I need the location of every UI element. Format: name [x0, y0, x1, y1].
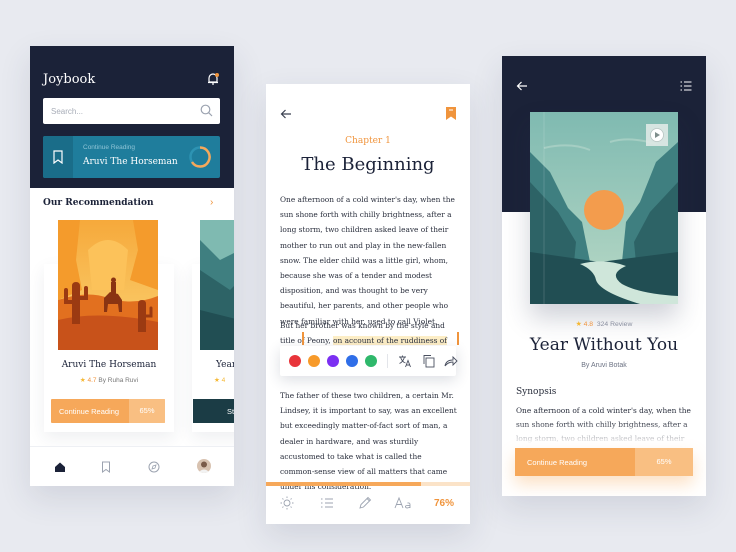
book-author: By Aruvi Botak: [581, 362, 627, 369]
translate-icon[interactable]: [398, 354, 412, 368]
reading-progress-percent: 76%: [434, 498, 455, 509]
search-bar: [43, 98, 220, 124]
bookmark-icon[interactable]: [100, 461, 112, 473]
continue-reading-button[interactable]: Continue Reading 65%: [515, 448, 693, 476]
star-icon: ★: [575, 321, 582, 328]
home-screen: Joybook Continue Reading Aruvi The Horse…: [30, 46, 234, 486]
reader-screen: Chapter 1 The Beginning One afternoon of…: [266, 84, 470, 524]
color-blue-swatch[interactable]: [346, 355, 358, 367]
synopsis-heading: Synopsis: [516, 387, 557, 397]
share-icon[interactable]: [444, 354, 458, 368]
color-green-swatch[interactable]: [365, 355, 377, 367]
bookmark-filled-icon[interactable]: [446, 107, 456, 120]
compass-icon[interactable]: [148, 461, 160, 473]
brightness-icon[interactable]: [280, 496, 294, 510]
list-menu-icon[interactable]: [680, 80, 692, 92]
recommendation-heading: Our Recommendation: [43, 198, 154, 208]
search-input[interactable]: [43, 98, 183, 124]
book-detail-screen: ★ 4.8 324 Review Year Without You By Aru…: [502, 56, 706, 496]
paragraph: The father of these two children, a cert…: [280, 391, 457, 492]
back-arrow-icon[interactable]: [280, 108, 292, 120]
continue-bookmark-box: [43, 136, 73, 178]
list-icon[interactable]: [320, 496, 334, 510]
bookmark-icon: [53, 150, 63, 164]
selection-handle-start[interactable]: [302, 332, 304, 345]
color-purple-swatch[interactable]: [327, 355, 339, 367]
chapter-title: The Beginning: [301, 154, 435, 175]
continue-reading-button[interactable]: Continue Reading 65%: [51, 399, 165, 423]
continue-label: Continue Reading: [83, 144, 136, 151]
selection-handle-end[interactable]: [457, 332, 459, 345]
copy-icon[interactable]: [422, 354, 436, 368]
reading-progress-fill: [266, 482, 422, 486]
color-orange-swatch[interactable]: [308, 355, 320, 367]
book-cover-valley[interactable]: [530, 112, 678, 304]
continue-reading-card[interactable]: Continue Reading Aruvi The Horseman: [43, 136, 220, 178]
star-icon: ★: [79, 377, 86, 384]
book-rating-partial: ★ 4: [214, 377, 226, 384]
app-title: Joybook: [43, 72, 96, 87]
chapter-label: Chapter 1: [345, 136, 391, 146]
book-title: Aruvi The Horseman: [61, 360, 157, 370]
review-count[interactable]: 324 Review: [597, 321, 633, 328]
book-rating: ★ 4.7 By Ruha Ruvi: [79, 377, 139, 384]
reading-progress-bar[interactable]: [266, 482, 470, 486]
toolbar-divider: [387, 354, 388, 368]
profile-avatar[interactable]: [197, 459, 211, 473]
paragraph: One afternoon of a cold winter's day, wh…: [280, 195, 455, 326]
book-cover-valley-partial[interactable]: [200, 220, 234, 350]
synopsis-fade: [502, 422, 706, 450]
recommendation-arrow-icon[interactable]: ›: [210, 197, 213, 208]
pencil-icon[interactable]: [358, 496, 372, 510]
book-title: Year Without You: [529, 335, 679, 355]
book-cover-desert[interactable]: [58, 220, 158, 350]
star-icon: ★: [214, 377, 220, 384]
back-arrow-icon[interactable]: [516, 80, 528, 92]
book-title-partial: Year: [216, 360, 234, 370]
search-icon[interactable]: [200, 104, 213, 117]
home-icon[interactable]: [54, 461, 66, 473]
progress-ring-icon: [189, 146, 211, 168]
notification-bell-icon[interactable]: [206, 72, 220, 86]
color-red-swatch[interactable]: [289, 355, 301, 367]
highlight-toolbar: [280, 346, 458, 376]
font-size-icon[interactable]: [394, 496, 412, 510]
book-rating: ★ 4.8 324 Review: [575, 321, 633, 328]
continue-book-title: Aruvi The Horseman: [83, 157, 178, 167]
start-reading-button-partial[interactable]: St: [193, 399, 234, 423]
